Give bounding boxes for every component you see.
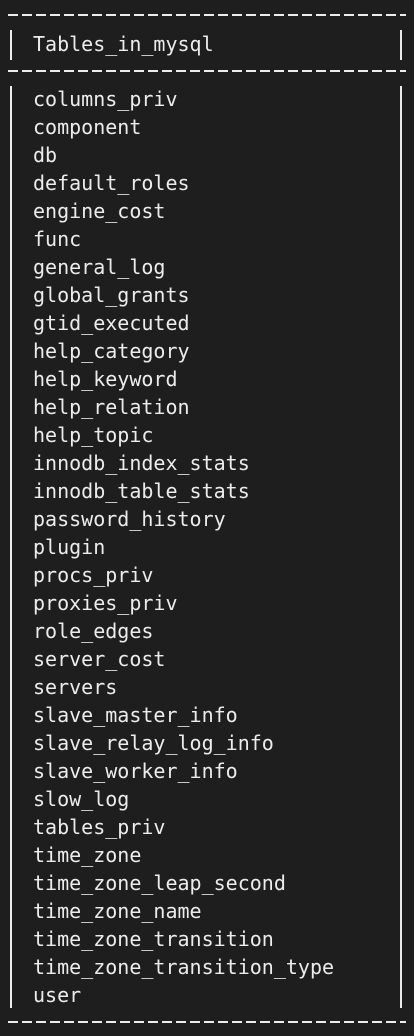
table-row: component: [33, 115, 142, 139]
table-body-left-pipe: [10, 86, 12, 1008]
table-left-pipe: [10, 30, 12, 60]
table-row: default_roles: [33, 171, 190, 195]
table-row: help_topic: [33, 423, 154, 447]
table-row: global_grants: [33, 283, 190, 307]
table-row: password_history: [33, 507, 226, 531]
table-row: time_zone_name: [33, 899, 202, 923]
table-row: time_zone_leap_second: [33, 871, 286, 895]
table-row: slow_log: [33, 787, 130, 811]
table-row: slave_master_info: [33, 703, 238, 727]
table-row: db: [33, 143, 58, 167]
table-right-pipe: [400, 30, 402, 60]
table-row: help_relation: [33, 395, 190, 419]
table-row: time_zone: [33, 843, 142, 867]
table-row: general_log: [33, 255, 166, 279]
table-row: role_edges: [33, 619, 154, 643]
table-row: user: [33, 983, 82, 1007]
table-row: slave_worker_info: [33, 759, 238, 783]
table-row: func: [33, 227, 82, 251]
table-row: procs_priv: [33, 563, 154, 587]
table-row: time_zone_transition_type: [33, 955, 335, 979]
table-top-border: [8, 14, 406, 16]
table-row: engine_cost: [33, 199, 166, 223]
table-row: time_zone_transition: [33, 927, 274, 951]
table-header: Tables_in_mysql: [33, 32, 214, 56]
table-row: tables_priv: [33, 815, 166, 839]
terminal-window: Tables_in_mysql columns_priv component db d…: [0, 0, 414, 1036]
table-row: help_category: [33, 339, 190, 363]
table-row: plugin: [33, 535, 106, 559]
table-row: help_keyword: [33, 367, 178, 391]
table-row: innodb_index_stats: [33, 451, 250, 475]
table-row: columns_priv: [33, 87, 178, 111]
table-row: gtid_executed: [33, 311, 190, 335]
table-row: slave_relay_log_info: [33, 731, 274, 755]
table-row: innodb_table_stats: [33, 479, 250, 503]
table-row: proxies_priv: [33, 591, 178, 615]
table-row: servers: [33, 675, 118, 699]
table-header-separator: [8, 70, 406, 72]
table-bottom-border: [8, 1021, 406, 1023]
table-body-right-pipe: [400, 86, 402, 1008]
table-row: server_cost: [33, 647, 166, 671]
